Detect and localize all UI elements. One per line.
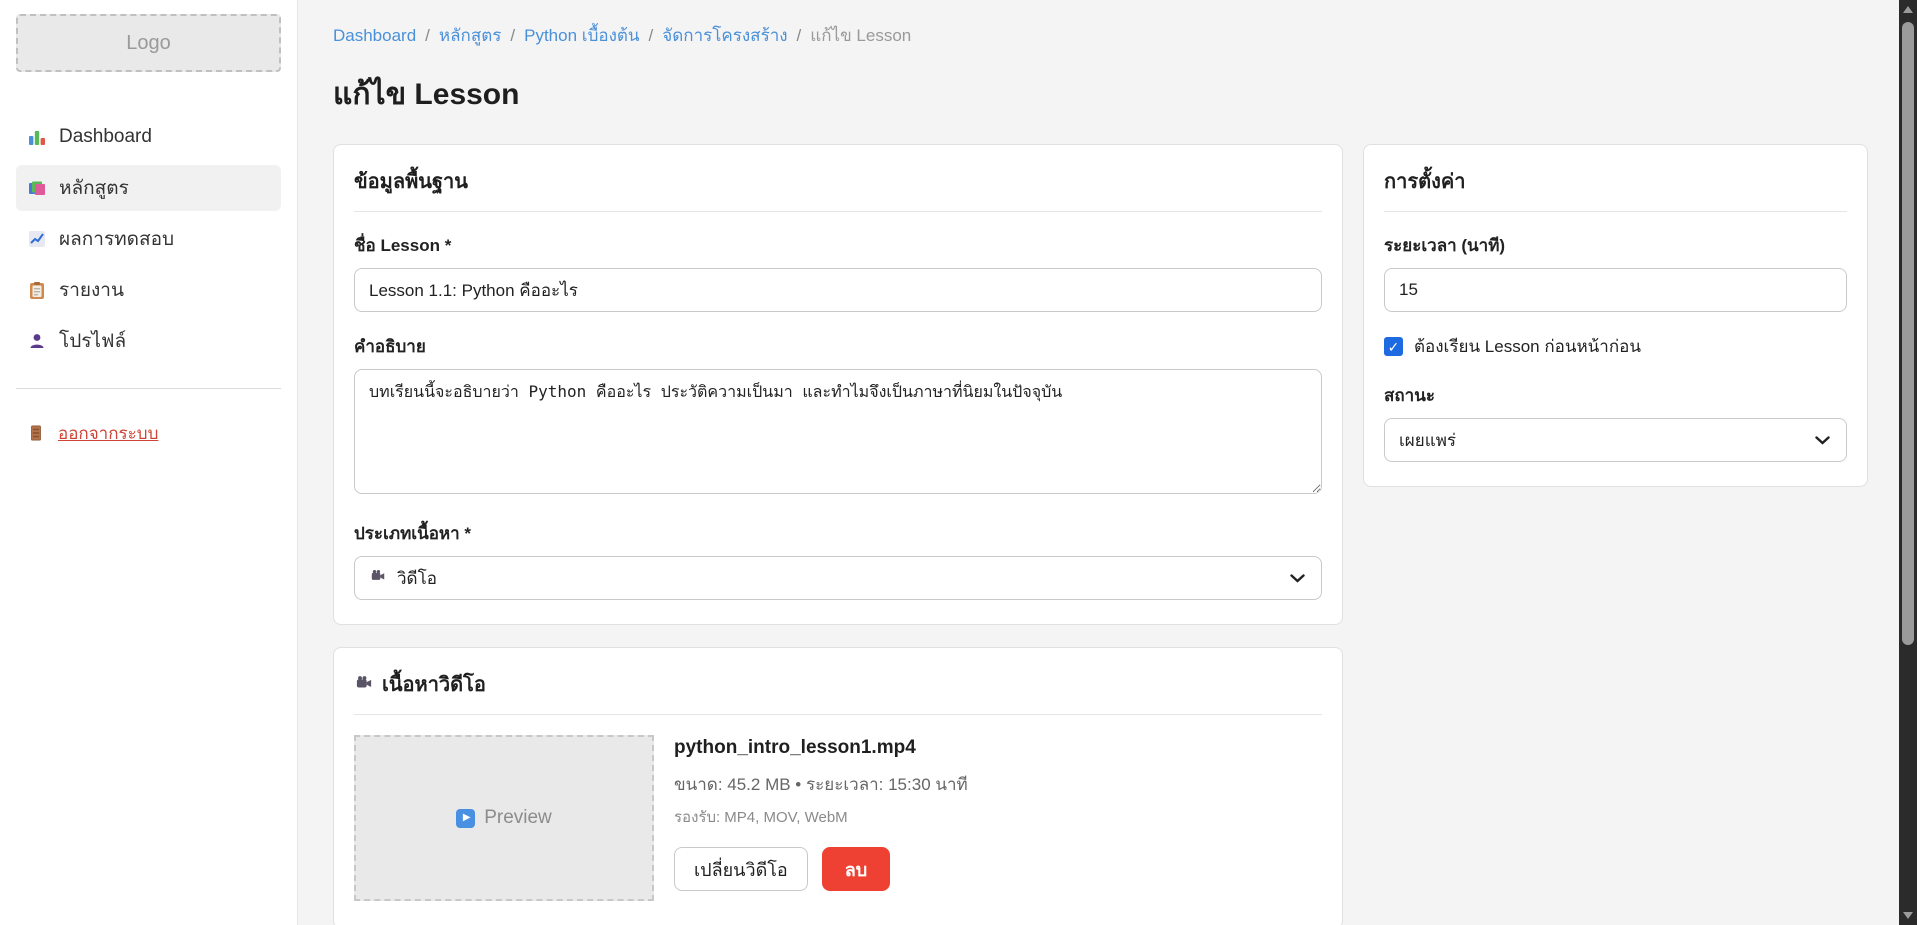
sidebar-item-test-results[interactable]: ผลการทดสอบ (16, 216, 281, 262)
vertical-scrollbar[interactable] (1899, 0, 1917, 925)
clipboard-icon (28, 281, 46, 299)
status-value: เผยแพร่ (1399, 427, 1456, 454)
video-camera-icon (369, 569, 387, 587)
basic-info-card: ข้อมูลพื้นฐาน ชื่อ Lesson * คำอธิบาย บทเ… (333, 144, 1343, 625)
video-preview-box: ▶ Preview (354, 735, 654, 901)
scroll-up-arrow-icon[interactable] (1903, 6, 1913, 13)
content-type-select[interactable]: วิดีโอ (354, 556, 1322, 600)
sidebar-item-label: โปรไฟล์ (59, 326, 126, 356)
sidebar-item-dashboard[interactable]: Dashboard (16, 114, 281, 160)
bar-chart-icon (28, 128, 46, 146)
person-icon (28, 332, 46, 350)
status-label: สถานะ (1384, 382, 1847, 409)
content-type-value: วิดีโอ (397, 565, 437, 592)
content-type-field-group: ประเภทเนื้อหา * วิดีโอ (354, 520, 1322, 600)
breadcrumb-separator: / (797, 26, 802, 46)
books-icon (28, 179, 46, 197)
breadcrumb-separator: / (425, 26, 430, 46)
change-video-button[interactable]: เปลี่ยนวิดีโอ (674, 847, 808, 891)
settings-card-title-text: การตั้งค่า (1384, 165, 1465, 197)
delete-video-button[interactable]: ลบ (822, 847, 890, 891)
lesson-name-input[interactable] (354, 268, 1322, 312)
door-icon (28, 424, 46, 442)
breadcrumb-separator: / (649, 26, 654, 46)
video-preview-label: Preview (484, 807, 552, 829)
prerequisite-label: ต้องเรียน Lesson ก่อนหน้าก่อน (1414, 333, 1641, 360)
description-textarea[interactable]: บทเรียนนี้จะอธิบายว่า Python คืออะไร ประ… (354, 369, 1322, 494)
lesson-name-field-group: ชื่อ Lesson * (354, 232, 1322, 312)
sidebar-item-reports[interactable]: รายงาน (16, 267, 281, 313)
sidebar-item-profile[interactable]: โปรไฟล์ (16, 318, 281, 364)
video-camera-icon (354, 675, 372, 693)
video-card-title-text: เนื้อหาวิดีโอ (382, 668, 486, 700)
breadcrumb: Dashboard / หลักสูตร / Python เบื้องต้น … (333, 22, 1868, 49)
form-columns: ข้อมูลพื้นฐาน ชื่อ Lesson * คำอธิบาย บทเ… (333, 144, 1868, 625)
video-buttons: เปลี่ยนวิดีโอ ลบ (674, 847, 968, 891)
status-select[interactable]: เผยแพร่ (1384, 418, 1847, 462)
logout-link[interactable]: ออกจากระบบ (16, 413, 281, 453)
prerequisite-checkbox-row: ✓ ต้องเรียน Lesson ก่อนหน้าก่อน (1384, 333, 1847, 360)
breadcrumb-link-courses[interactable]: หลักสูตร (439, 22, 501, 49)
breadcrumb-current: แก้ไข Lesson (810, 22, 911, 49)
breadcrumb-link-course[interactable]: Python เบื้องต้น (524, 22, 639, 49)
video-meta: ขนาด: 45.2 MB • ระยะเวลา: 15:30 นาที (674, 771, 968, 798)
video-supported-formats: รองรับ: MP4, MOV, WebM (674, 805, 968, 829)
video-filename: python_intro_lesson1.mp4 (674, 737, 968, 759)
duration-field-group: ระยะเวลา (นาที) (1384, 232, 1847, 312)
page-title: แก้ไข Lesson (333, 71, 1868, 118)
video-info: python_intro_lesson1.mp4 ขนาด: 45.2 MB •… (674, 735, 968, 901)
sidebar: Logo Dashboard หลักสูตร ผลการทดสอบ (0, 0, 298, 925)
main-content: Dashboard / หลักสูตร / Python เบื้องต้น … (298, 0, 1899, 925)
sidebar-nav: Dashboard หลักสูตร ผลการทดสอบ รายงาน (0, 114, 297, 364)
sidebar-item-label: Dashboard (59, 126, 152, 148)
description-field-group: คำอธิบาย บทเรียนนี้จะอธิบายว่า Python คื… (354, 333, 1322, 499)
logo-text: Logo (126, 32, 171, 55)
sidebar-item-label: ผลการทดสอบ (59, 224, 174, 254)
play-icon: ▶ (456, 809, 475, 828)
settings-card-title: การตั้งค่า (1384, 165, 1847, 212)
scrollbar-thumb[interactable] (1902, 22, 1914, 645)
video-content-card: เนื้อหาวิดีโอ ▶ Preview python_intro_les… (333, 647, 1343, 925)
duration-label: ระยะเวลา (นาที) (1384, 232, 1847, 259)
prerequisite-checkbox[interactable]: ✓ (1384, 337, 1403, 356)
lesson-name-label: ชื่อ Lesson * (354, 232, 1322, 259)
basic-info-card-title-text: ข้อมูลพื้นฐาน (354, 165, 468, 197)
video-card-title: เนื้อหาวิดีโอ (354, 668, 1322, 715)
sidebar-item-courses[interactable]: หลักสูตร (16, 165, 281, 211)
duration-input[interactable] (1384, 268, 1847, 312)
breadcrumb-link-dashboard[interactable]: Dashboard (333, 26, 416, 46)
breadcrumb-separator: / (510, 26, 515, 46)
settings-card: การตั้งค่า ระยะเวลา (นาที) ✓ ต้องเรียน L… (1363, 144, 1868, 487)
sidebar-item-label: หลักสูตร (59, 173, 129, 203)
chart-up-icon (28, 230, 46, 248)
app-root: Logo Dashboard หลักสูตร ผลการทดสอบ (0, 0, 1899, 925)
logo-placeholder: Logo (16, 14, 281, 72)
sidebar-item-label: รายงาน (59, 275, 124, 305)
basic-info-card-title: ข้อมูลพื้นฐาน (354, 165, 1322, 212)
content-type-label: ประเภทเนื้อหา * (354, 520, 1322, 547)
breadcrumb-link-structure[interactable]: จัดการโครงสร้าง (662, 22, 787, 49)
video-row: ▶ Preview python_intro_lesson1.mp4 ขนาด:… (354, 735, 1322, 901)
chevron-down-icon (1290, 574, 1305, 583)
description-label: คำอธิบาย (354, 333, 1322, 360)
logout-label: ออกจากระบบ (58, 420, 158, 447)
status-field-group: สถานะ เผยแพร่ (1384, 382, 1847, 462)
chevron-down-icon (1815, 436, 1830, 445)
scroll-down-arrow-icon[interactable] (1903, 912, 1913, 919)
sidebar-divider (16, 388, 281, 389)
